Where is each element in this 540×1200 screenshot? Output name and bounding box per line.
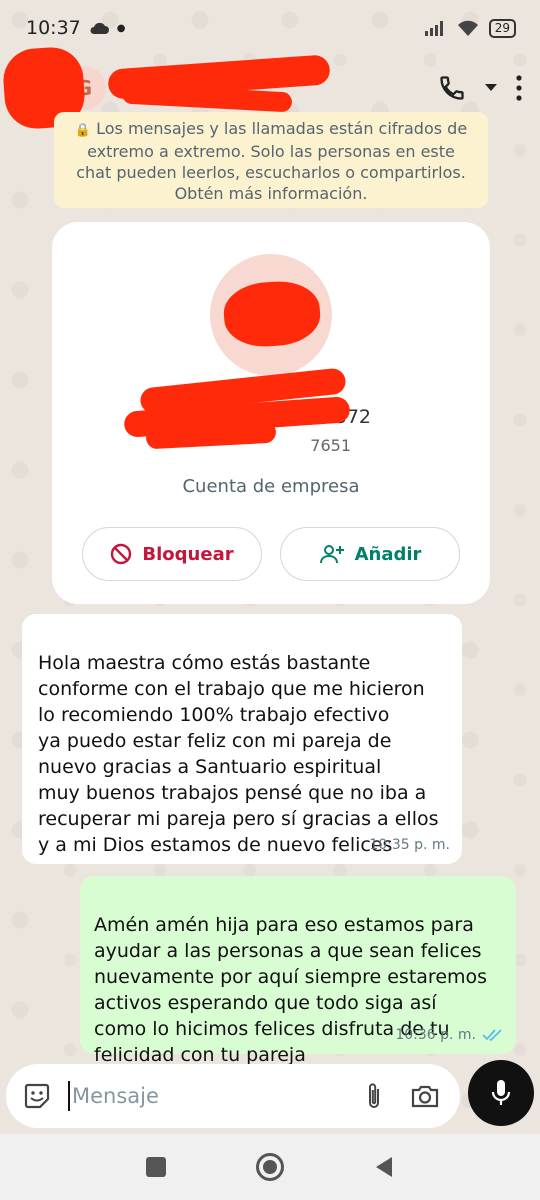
block-button[interactable]: Bloquear [82,527,262,581]
attach-icon[interactable] [364,1081,384,1111]
add-person-icon [319,545,344,564]
camera-icon[interactable] [410,1083,440,1109]
business-account-label: Cuenta de empresa [182,476,360,497]
battery-indicator: 29 [488,18,516,38]
lock-icon: 🔒 [74,123,91,138]
more-options-icon[interactable] [516,75,522,101]
call-options-dropdown-icon[interactable] [484,83,498,93]
message-input[interactable] [68,1081,364,1111]
add-contact-button[interactable]: Añadir [280,527,460,581]
encryption-notice-text: Los mensajes y las llamadas están cifrad… [76,119,468,203]
status-time: 10:37 [26,17,81,39]
cloud-icon [90,22,109,34]
back-nav-icon[interactable] [374,1156,394,1178]
read-receipt-icon [482,1029,502,1042]
wifi-icon [457,20,478,36]
sticker-emoji-icon[interactable] [22,1081,52,1111]
status-bar: 10:37 ● 29 [0,0,540,56]
business-avatar[interactable] [210,254,332,376]
redaction-mark [221,278,323,350]
voice-record-button[interactable] [468,1060,534,1126]
home-icon[interactable] [256,1153,284,1181]
notification-dot-icon: ● [116,22,126,34]
message-time: 10:36 p. m. [395,1027,476,1043]
message-composer [6,1064,460,1128]
message-text: Hola maestra cómo estás bastante conform… [38,652,439,856]
phone-call-icon[interactable] [438,74,466,102]
signal-icon [424,21,443,36]
incoming-message[interactable]: Hola maestra cómo estás bastante conform… [22,614,462,864]
message-time: 10:35 p. m. [369,837,450,853]
encryption-notice[interactable]: 🔒 Los mensajes y las llamadas están cifr… [54,112,488,208]
add-label: Añadir [354,543,422,565]
recents-icon[interactable] [146,1157,166,1177]
block-label: Bloquear [142,543,234,565]
block-icon [111,543,132,565]
microphone-icon [491,1080,511,1105]
system-navigation-bar [0,1134,540,1200]
outgoing-message[interactable]: Amén amén hija para eso estamos para ayu… [80,876,516,1066]
